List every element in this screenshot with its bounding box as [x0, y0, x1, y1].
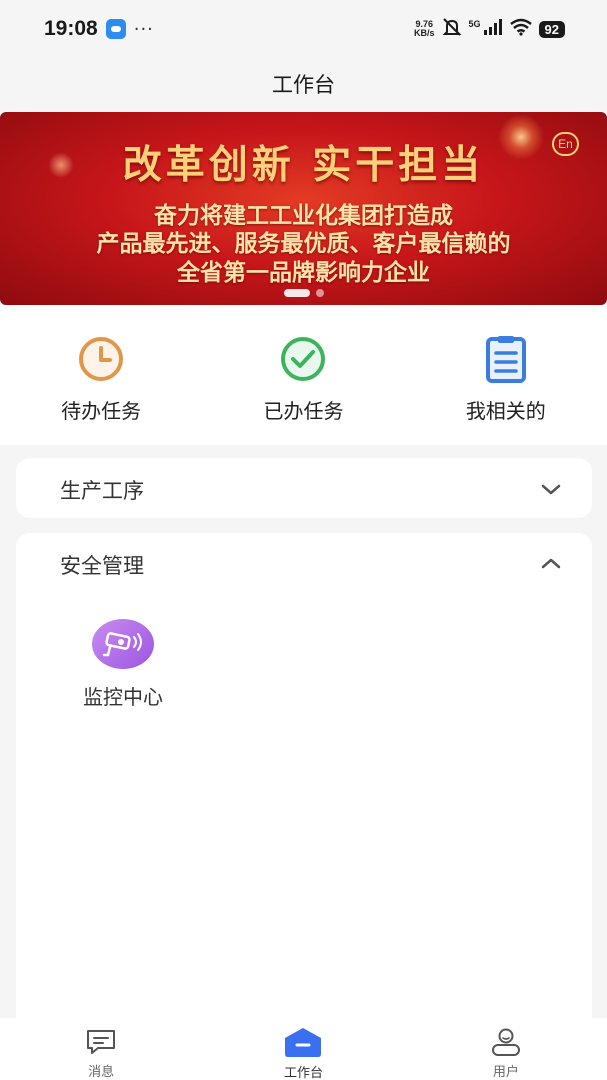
message-icon — [81, 1026, 121, 1057]
banner-line-3: 全省第一品牌影响力企业 — [177, 260, 430, 286]
net-speed: 9.76 KB/s — [414, 20, 435, 38]
quick-action-pending-tasks[interactable]: 待办任务 — [0, 305, 202, 445]
network-type: 5G — [468, 19, 481, 29]
banner-headline: 改革创新 实干担当 — [122, 143, 485, 188]
wifi-icon — [509, 18, 533, 40]
nav-item-messages[interactable]: 消息 — [0, 1018, 202, 1080]
quick-action-done-tasks[interactable]: 已办任务 — [202, 305, 404, 445]
status-time: 19:08 — [44, 17, 98, 40]
quick-action-label: 我相关的 — [465, 399, 546, 423]
workbench-icon — [283, 1026, 323, 1058]
net-speed-unit: KB/s — [414, 28, 435, 38]
nav-label: 用户 — [492, 1065, 519, 1080]
carousel-dot-active[interactable] — [283, 289, 310, 297]
status-right: 9.76 KB/s 5G 92 — [414, 17, 565, 41]
clipboard-list-icon — [478, 333, 534, 385]
carousel-dot[interactable] — [315, 289, 324, 297]
carousel-indicator — [0, 289, 607, 297]
quick-action-label: 待办任务 — [61, 399, 142, 423]
module-monitoring-center[interactable]: 监控中心 — [68, 619, 178, 710]
module-label: 监控中心 — [83, 685, 163, 709]
nav-item-user[interactable]: 用户 — [405, 1018, 607, 1080]
quick-actions: 待办任务 已办任务 我相关的 — [0, 305, 607, 445]
battery-indicator: 92 — [538, 20, 565, 38]
signal-icon — [483, 19, 503, 39]
quick-action-related[interactable]: 我相关的 — [405, 305, 607, 445]
status-bar: 19:08 ··· 9.76 KB/s 5G 92 — [0, 0, 607, 58]
user-icon — [486, 1026, 526, 1057]
bottom-navigation: 消息 工作台 用户 — [0, 1018, 607, 1080]
banner-carousel[interactable]: En 改革创新 实干担当 奋力将建工工业化集团打造成 产品最先进、服务最优质、客… — [0, 112, 607, 305]
nav-label: 工作台 — [283, 1066, 323, 1080]
surveillance-camera-icon — [92, 619, 154, 669]
section-title: 安全管理 — [60, 554, 144, 578]
check-circle-icon — [275, 333, 331, 385]
page-header: 工作台 — [0, 58, 607, 110]
status-more: ··· — [133, 18, 154, 40]
mute-icon — [441, 17, 463, 41]
nav-label: 消息 — [88, 1065, 115, 1080]
section-title: 生产工序 — [60, 479, 144, 503]
nav-item-workbench[interactable]: 工作台 — [202, 1018, 404, 1080]
page-title: 工作台 — [272, 73, 335, 97]
app-notification-icon — [105, 19, 126, 39]
section-production-process[interactable]: 生产工序 — [16, 458, 592, 518]
chevron-down-icon[interactable] — [540, 482, 562, 496]
clock-icon — [73, 333, 129, 385]
status-left: 19:08 ··· — [44, 17, 154, 41]
chevron-up-icon[interactable] — [540, 555, 562, 569]
quick-action-label: 已办任务 — [263, 399, 344, 423]
section-safety-management: 安全管理 监控中心 — [16, 533, 592, 1033]
